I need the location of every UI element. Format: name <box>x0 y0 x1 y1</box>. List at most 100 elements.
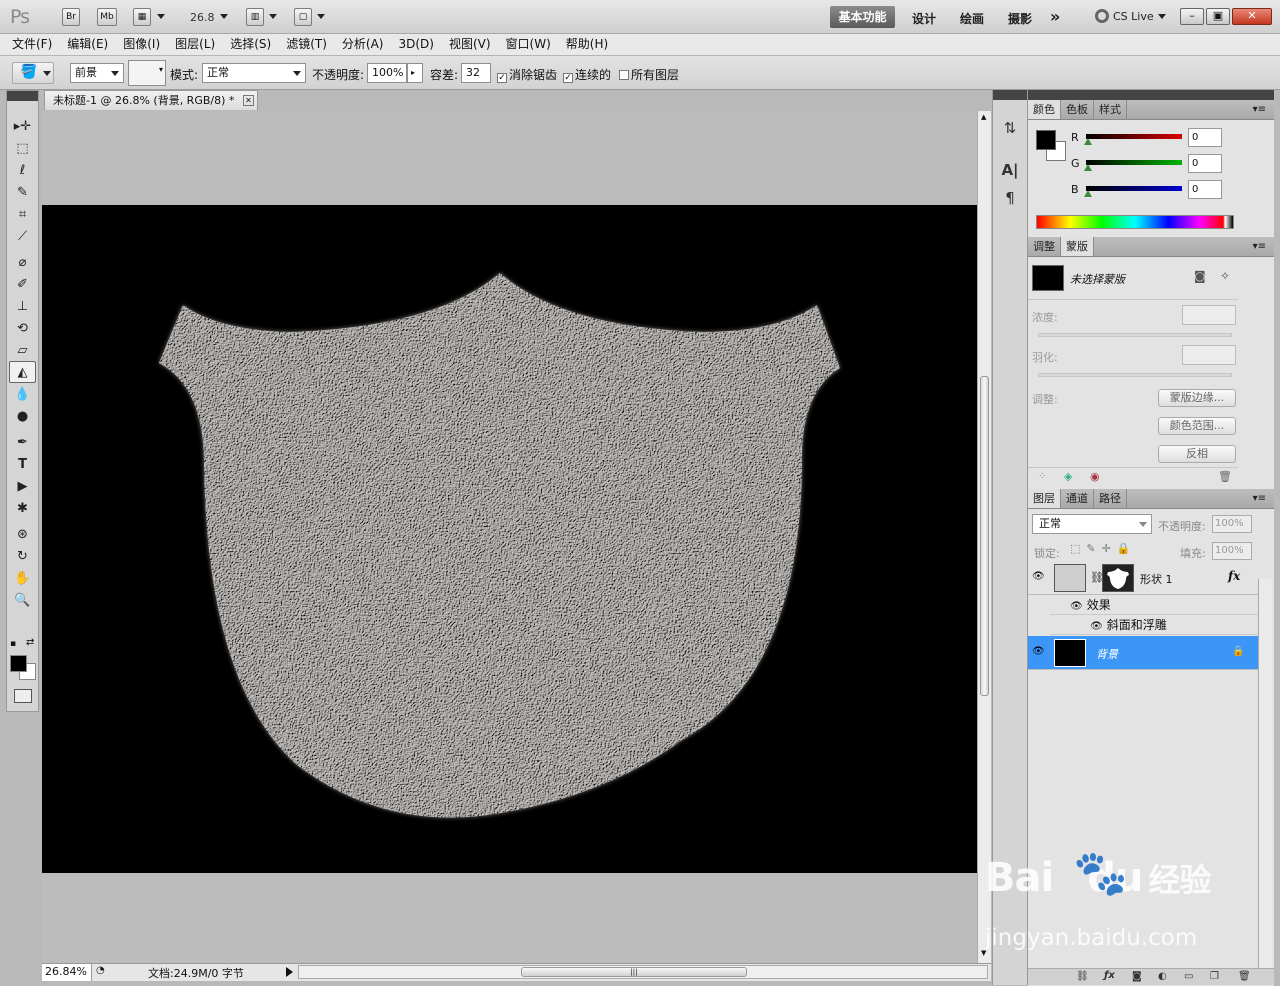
type-tool-icon[interactable]: T <box>7 453 38 475</box>
lasso-tool-icon[interactable]: ℓ <box>7 159 38 181</box>
close-icon[interactable]: ✕ <box>243 95 254 106</box>
panel-grip[interactable] <box>1028 90 1274 100</box>
disable-mask-icon[interactable]: ◉ <box>1090 470 1100 483</box>
layer-opacity-input[interactable]: 100% <box>1212 515 1252 533</box>
3d-orbit-tool-icon[interactable]: ↻ <box>7 545 38 567</box>
trash-icon[interactable]: 🗑 <box>1238 971 1251 982</box>
eye-icon[interactable]: 👁 <box>1070 601 1083 612</box>
paragraph-panel-icon[interactable]: ¶ <box>993 184 1027 212</box>
default-colors-icon[interactable]: ▪ <box>10 639 16 649</box>
screen-mode-button[interactable]: ▢ <box>294 8 312 26</box>
document-tab[interactable]: 未标题-1 @ 26.8% (背景, RGB/8) * ✕ <box>44 90 258 110</box>
workspace-photography[interactable]: 摄影 <box>1008 10 1032 27</box>
new-group-icon[interactable]: ▭ <box>1184 971 1193 982</box>
chevron-down-icon[interactable] <box>317 14 325 19</box>
blend-mode-select[interactable]: 正常 <box>1032 514 1152 534</box>
panel-grip[interactable] <box>7 91 38 101</box>
menu-filter[interactable]: 滤镜(T) <box>286 34 327 55</box>
hand-tool-icon[interactable]: ✋ <box>7 567 38 589</box>
move-tool-icon[interactable]: ▸✛ <box>7 115 38 137</box>
link-layers-icon[interactable]: ⛓ <box>1076 971 1089 982</box>
fill-source-select[interactable]: 前景 <box>70 63 124 83</box>
history-brush-tool-icon[interactable]: ⟲ <box>7 317 38 339</box>
vertical-scrollbar[interactable]: ▲ ▼ <box>977 111 991 963</box>
foreground-color-swatch[interactable] <box>10 655 27 672</box>
blur-tool-icon[interactable]: 💧 <box>7 383 38 405</box>
workspace-design[interactable]: 设计 <box>912 10 936 27</box>
chevron-down-icon[interactable] <box>157 14 165 19</box>
blue-slider[interactable] <box>1086 186 1182 191</box>
mask-edge-button[interactable]: 蒙版边缘... <box>1158 389 1236 407</box>
panel-menu-icon[interactable]: ▾≡ <box>1248 100 1271 119</box>
layers-scrollbar[interactable] <box>1258 579 1272 984</box>
quick-mask-icon[interactable] <box>14 689 32 703</box>
slider-knob-icon[interactable] <box>1084 164 1092 171</box>
tab-layers[interactable]: 图层 <box>1028 489 1061 508</box>
status-menu-arrow-icon[interactable] <box>286 967 293 977</box>
brush-tool-icon[interactable]: ✐ <box>7 273 38 295</box>
load-selection-icon[interactable]: ⁘ <box>1038 471 1046 482</box>
new-layer-icon[interactable]: ❐ <box>1210 971 1219 982</box>
close-button[interactable]: ✕ <box>1232 8 1272 25</box>
eye-icon[interactable]: 👁 <box>1090 621 1103 632</box>
menu-window[interactable]: 窗口(W) <box>506 34 551 55</box>
tab-masks[interactable]: 蒙版 <box>1061 237 1094 256</box>
zoom-tool-icon[interactable]: 🔍 <box>7 589 38 611</box>
menu-image[interactable]: 图像(I) <box>123 34 160 55</box>
menu-help[interactable]: 帮助(H) <box>566 34 608 55</box>
slider-knob-icon[interactable] <box>1084 190 1092 197</box>
status-zoom-input[interactable]: 26.84% <box>42 964 92 981</box>
custom-shape-tool-icon[interactable]: ✱ <box>7 497 38 519</box>
pixel-mask-icon[interactable]: ◙ <box>1194 269 1206 283</box>
red-slider[interactable] <box>1086 134 1182 139</box>
status-info-icon[interactable]: ◔ <box>96 965 105 976</box>
eraser-tool-icon[interactable]: ▱ <box>7 339 38 361</box>
effects-row[interactable]: 👁 效果 <box>1050 596 1260 615</box>
mode-select[interactable]: 正常 <box>202 63 306 83</box>
path-selection-tool-icon[interactable]: ▶ <box>7 475 38 497</box>
fx-icon[interactable]: ƒx <box>1104 970 1115 981</box>
document-window[interactable] <box>42 111 977 963</box>
density-input[interactable] <box>1182 305 1236 325</box>
tool-preset-picker[interactable]: 🪣 <box>12 62 54 84</box>
add-mask-icon[interactable]: ◙ <box>1132 971 1142 982</box>
all-layers-checkbox[interactable]: 所有图层 <box>619 66 679 83</box>
mini-bridge-button[interactable]: Mb <box>97 8 117 26</box>
chevron-down-icon[interactable] <box>220 14 228 19</box>
tab-color[interactable]: 颜色 <box>1028 100 1061 119</box>
tab-swatches[interactable]: 色板 <box>1061 100 1094 119</box>
panel-menu-icon[interactable]: ▾≡ <box>1248 237 1271 256</box>
feather-slider[interactable] <box>1038 373 1232 377</box>
pen-tool-icon[interactable]: ✒ <box>7 431 38 453</box>
chevron-down-icon[interactable] <box>269 14 277 19</box>
crop-tool-icon[interactable]: ⌗ <box>7 203 38 225</box>
invert-button[interactable]: 反相 <box>1158 445 1236 463</box>
panel-menu-icon[interactable]: ▾≡ <box>1248 489 1271 508</box>
tab-styles[interactable]: 样式 <box>1094 100 1127 119</box>
trash-icon[interactable]: 🗑 <box>1218 470 1232 483</box>
layer-row-shape[interactable]: 👁 ⛓ 形状 1 fx <box>1028 561 1258 595</box>
apply-mask-icon[interactable]: ◈ <box>1064 470 1072 483</box>
menu-layer[interactable]: 图层(L) <box>175 34 215 55</box>
view-extras-button[interactable]: ▦ <box>133 8 151 26</box>
layer-row-background[interactable]: 👁 背景 🔒 <box>1028 636 1258 670</box>
shape-mask-thumbnail[interactable] <box>1102 564 1134 592</box>
eye-icon[interactable]: 👁 <box>1032 647 1046 657</box>
tolerance-input[interactable]: 32 <box>461 63 491 83</box>
feather-input[interactable] <box>1182 345 1236 365</box>
history-panel-icon[interactable]: ⇅ <box>993 114 1027 142</box>
fill-input[interactable]: 100% <box>1212 542 1252 560</box>
slider-knob-icon[interactable] <box>1084 138 1092 145</box>
fx-icon[interactable]: fx <box>1228 569 1240 583</box>
vector-mask-icon[interactable]: ✧ <box>1220 269 1230 283</box>
marquee-tool-icon[interactable]: ⬚ <box>7 137 38 159</box>
menu-file[interactable]: 文件(F) <box>12 34 52 55</box>
zoom-level[interactable]: 26.8 <box>190 11 215 24</box>
eye-icon[interactable]: 👁 <box>1032 572 1046 582</box>
clone-stamp-tool-icon[interactable]: ⊥ <box>7 295 38 317</box>
green-slider[interactable] <box>1086 160 1182 165</box>
cs-live-button[interactable]: CS Live <box>1095 9 1166 23</box>
density-slider[interactable] <box>1038 333 1232 337</box>
horizontal-scrollbar[interactable]: ||| <box>298 965 988 979</box>
scroll-thumb[interactable] <box>980 376 989 696</box>
